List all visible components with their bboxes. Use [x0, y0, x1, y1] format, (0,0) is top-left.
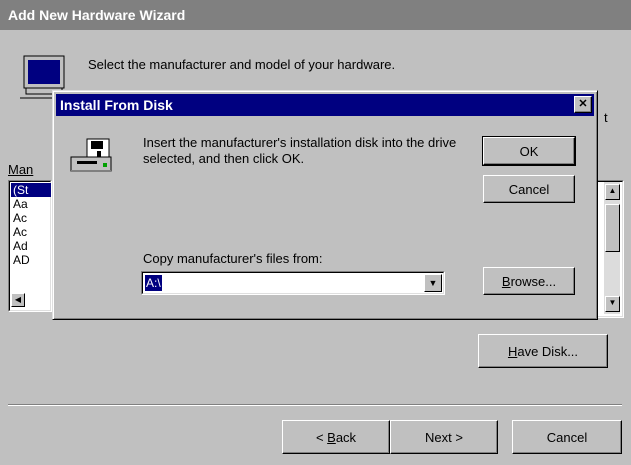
- list-item[interactable]: Aa: [11, 197, 51, 211]
- scroll-up-button[interactable]: ▲: [605, 184, 620, 200]
- scroll-down-button[interactable]: ▼: [605, 296, 620, 312]
- back-prefix: <: [315, 429, 328, 445]
- dialog-message: Insert the manufacturer's installation d…: [143, 135, 457, 166]
- wizard-title-bar: Add New Hardware Wizard: [0, 0, 631, 30]
- next-button[interactable]: Next >: [390, 420, 498, 454]
- manufacturers-items: (St Aa Ac Ac Ad AD: [11, 183, 51, 267]
- manufacturers-label: Man: [8, 162, 33, 177]
- browse-hotkey: B: [501, 273, 511, 289]
- manufacturers-label-text: Man: [8, 162, 34, 177]
- ok-label: OK: [519, 143, 539, 159]
- install-from-disk-dialog: Install From Disk ✕ Insert the manufactu…: [52, 90, 598, 320]
- wizard-right-fragment: t: [604, 110, 608, 125]
- dialog-cancel-label: Cancel: [508, 181, 550, 197]
- chevron-down-icon[interactable]: ▼: [424, 274, 442, 292]
- back-hotkey: B: [327, 429, 336, 445]
- list-item[interactable]: AD: [11, 253, 51, 267]
- wizard-cancel-label: Cancel: [546, 429, 588, 445]
- dialog-title: Install From Disk: [60, 97, 173, 113]
- close-icon[interactable]: ✕: [574, 96, 592, 113]
- disk-drive-icon: [69, 137, 117, 179]
- list-item[interactable]: (St: [11, 183, 51, 197]
- copy-from-label: Copy manufacturer's files from:: [143, 251, 323, 266]
- ok-button[interactable]: OK: [482, 136, 576, 166]
- close-glyph: ✕: [578, 98, 588, 110]
- wizard-cancel-button[interactable]: Cancel: [512, 420, 622, 454]
- back-button[interactable]: < Back: [282, 420, 390, 454]
- separator: [8, 404, 622, 406]
- list-item[interactable]: Ac: [11, 211, 51, 225]
- list-item[interactable]: Ac: [11, 225, 51, 239]
- list-item[interactable]: Ad: [11, 239, 51, 253]
- browse-button[interactable]: Browse...: [483, 267, 575, 295]
- have-disk-hotkey: H: [507, 343, 518, 359]
- browse-label: rowse...: [510, 273, 557, 289]
- have-disk-label: ave Disk...: [517, 343, 579, 359]
- wizard-title: Add New Hardware Wizard: [8, 7, 186, 23]
- path-combobox-frame: [142, 272, 444, 294]
- models-scrollbar[interactable]: ▲ ▼: [604, 182, 620, 314]
- back-label: ack: [335, 429, 357, 445]
- scroll-thumb[interactable]: [605, 204, 620, 252]
- path-input[interactable]: A:\: [145, 275, 162, 291]
- wizard-instruction: Select the manufacturer and model of you…: [88, 57, 396, 72]
- add-hardware-wizard-window: Add New Hardware Wizard Select the manuf…: [0, 0, 631, 465]
- scroll-left-button[interactable]: ◀: [11, 293, 25, 307]
- path-combobox[interactable]: A:\ ▼: [141, 271, 445, 295]
- dialog-title-bar: Install From Disk ✕: [56, 94, 594, 116]
- have-disk-button[interactable]: Have Disk...: [478, 334, 608, 368]
- dialog-cancel-button[interactable]: Cancel: [483, 175, 575, 203]
- manufacturers-list[interactable]: (St Aa Ac Ac Ad AD ◀: [8, 180, 52, 312]
- next-label: Next >: [425, 429, 463, 445]
